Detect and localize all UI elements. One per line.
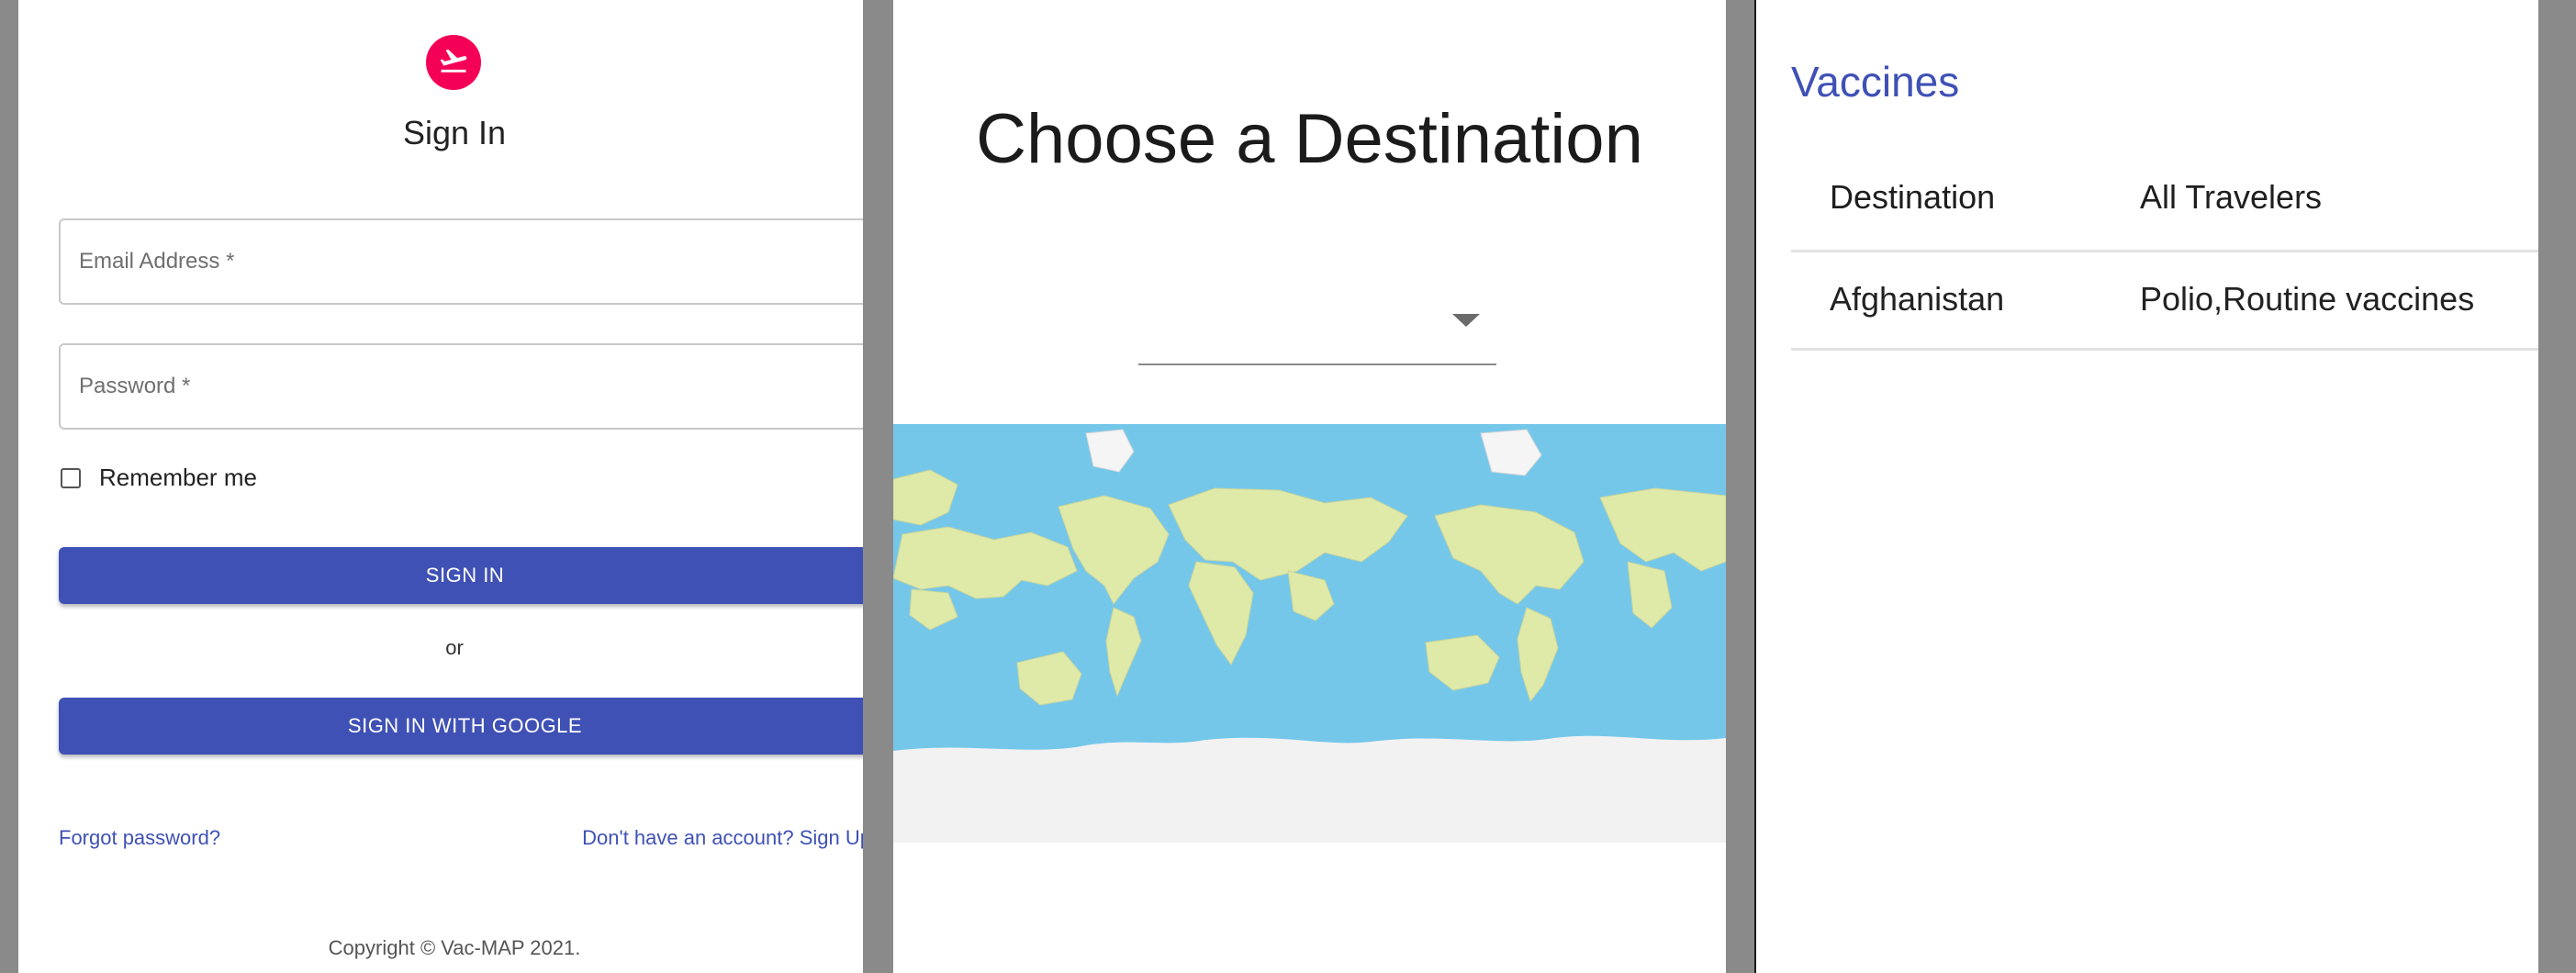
column-header-all-travelers: All Travelers [2140, 178, 2323, 216]
page-title: Sign In [402, 114, 507, 151]
copyright-text: Copyright © Vac-MAP 2021. [328, 936, 581, 959]
vaccines-panel: Vaccines Destination All Travelers Afgha… [1756, 0, 2538, 973]
email-input[interactable] [61, 220, 863, 303]
forgot-password-link[interactable]: Forgot password? [59, 826, 220, 850]
table-cell-destination: Afghanistan [1830, 280, 2005, 318]
email-field[interactable] [59, 218, 863, 305]
brand-avatar [426, 35, 481, 90]
remember-label: Remember me [99, 464, 257, 491]
vaccines-table: Destination All Travelers Afghanistan Po… [1791, 154, 2538, 351]
world-map[interactable] [893, 424, 1726, 843]
or-divider-text: or [445, 636, 464, 659]
remember-checkbox[interactable] [61, 467, 81, 488]
table-cell-vaccines: Polio,Routine vaccines [2140, 280, 2475, 318]
remember-me[interactable]: Remember me [61, 464, 257, 492]
page-title: Choose a Destination [976, 100, 1643, 178]
sign-up-link[interactable]: Don't have an account? Sign Up [582, 826, 863, 850]
signin-panel: Sign In Remember me SIGN IN or SIGN IN W… [18, 0, 863, 973]
password-input[interactable] [61, 345, 863, 428]
sign-in-button[interactable]: SIGN IN [59, 547, 863, 604]
chevron-down-icon[interactable] [1452, 314, 1480, 331]
destination-panel: Choose a Destination [893, 0, 1726, 973]
destination-select[interactable] [1138, 294, 1496, 365]
table-row: Afghanistan Polio,Routine vaccines [1791, 252, 2538, 351]
world-map-graphic [893, 424, 1726, 843]
column-header-destination: Destination [1830, 178, 1996, 216]
password-field[interactable] [59, 343, 863, 430]
vaccines-title: Vaccines [1791, 58, 1960, 106]
flight-takeoff-icon [438, 45, 469, 81]
table-header-row: Destination All Travelers [1791, 154, 2538, 252]
google-sign-in-button[interactable]: SIGN IN WITH GOOGLE [59, 698, 863, 755]
